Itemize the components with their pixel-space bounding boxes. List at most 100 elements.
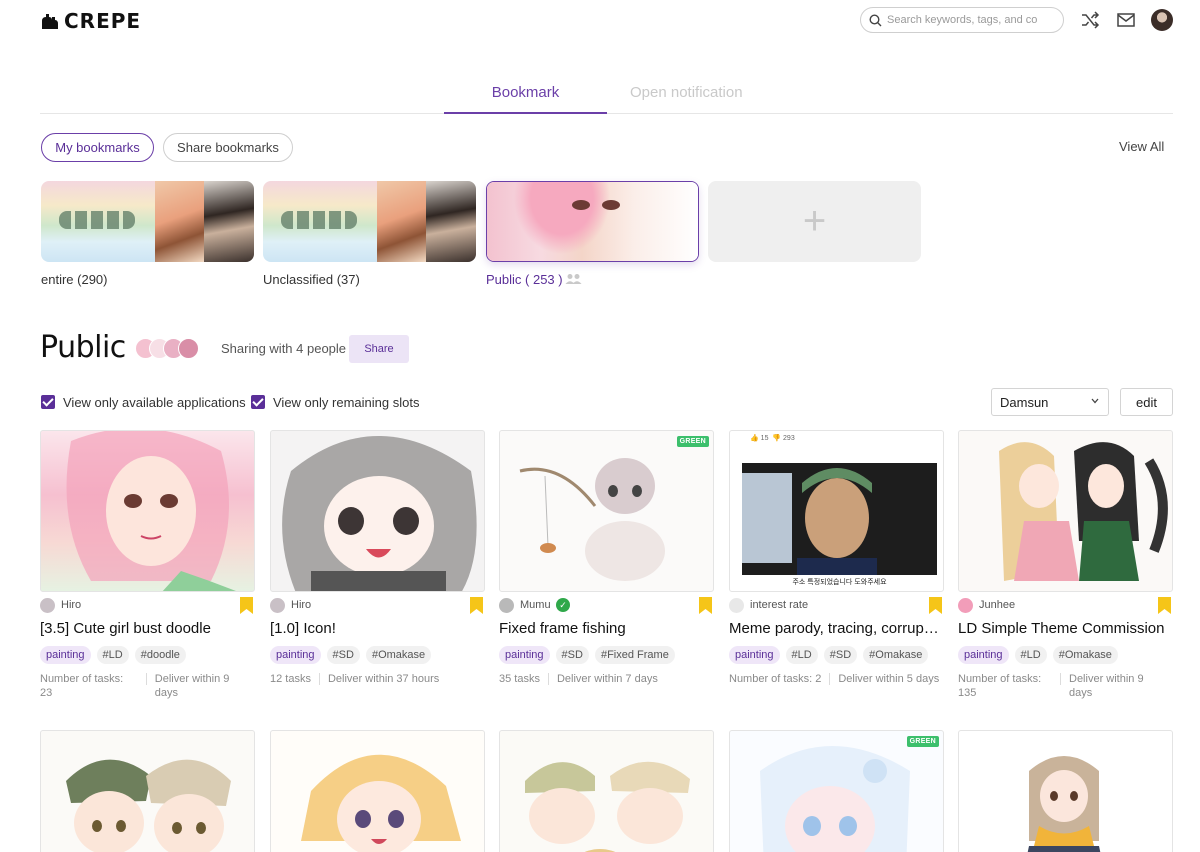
card-thumbnail[interactable] — [270, 430, 485, 592]
commission-card[interactable]: 👍 15 👎 293 주소 특정되었습니다 도와주세요 interest rat… — [729, 430, 944, 685]
commission-card[interactable]: Hiro [1.0] Icon! painting #SD #Omakase 1… — [270, 430, 485, 685]
folder-entire[interactable] — [41, 181, 254, 262]
add-folder-button[interactable]: + — [708, 181, 921, 262]
card-thumbnail[interactable]: GREEN — [499, 430, 714, 592]
author-name[interactable]: interest rate — [750, 599, 808, 611]
bookmark-icon[interactable] — [240, 597, 253, 614]
tag[interactable]: painting — [270, 646, 321, 664]
top-header: CREPE — [0, 0, 1200, 44]
author-name[interactable]: Mumu — [520, 599, 551, 611]
card-thumbnail[interactable]: 👍 15 👎 293 주소 특정되었습니다 도와주세요 — [729, 430, 944, 592]
verified-icon: ✓ — [556, 598, 570, 612]
edit-button[interactable]: edit — [1120, 388, 1173, 416]
folder-label-entire: entire (290) — [41, 272, 108, 287]
view-all-link[interactable]: View All — [1119, 139, 1164, 154]
artwork-illustration — [519, 458, 665, 581]
bookmark-icon[interactable] — [1158, 597, 1171, 614]
remaining-slots-label[interactable]: View only remaining slots — [273, 395, 419, 410]
tab-bookmark[interactable]: Bookmark — [444, 84, 607, 114]
folder-thumbnail — [263, 181, 377, 262]
commission-card[interactable]: Junhee LD Simple Theme Commission painti… — [958, 430, 1173, 699]
folder-thumbnail — [41, 181, 155, 262]
tag[interactable]: #LD — [785, 646, 818, 664]
card-thumbnail[interactable] — [499, 730, 714, 852]
tag[interactable]: #LD — [1014, 646, 1047, 664]
tag[interactable]: #SD — [326, 646, 360, 664]
tag[interactable]: #Fixed Frame — [594, 646, 675, 664]
folder-unclassified[interactable] — [263, 181, 476, 262]
delivery-time: Deliver within 5 days — [838, 673, 940, 685]
share-bookmarks-button[interactable]: Share bookmarks — [163, 133, 293, 162]
crepe-logo[interactable]: CREPE — [40, 9, 141, 33]
shuffle-icon[interactable] — [1080, 10, 1100, 30]
chevron-down-icon — [1091, 398, 1099, 404]
share-button[interactable]: Share — [349, 335, 409, 363]
bookmark-icon[interactable] — [470, 597, 483, 614]
author-name[interactable]: Hiro — [61, 599, 81, 611]
tag[interactable]: #Omakase — [863, 646, 929, 664]
folder-label-public: Public ( 253 ) — [486, 272, 563, 287]
folder-thumbnail — [487, 182, 698, 261]
author-name[interactable]: Junhee — [979, 599, 1015, 611]
tag[interactable]: #LD — [96, 646, 129, 664]
card-thumbnail[interactable] — [40, 430, 255, 592]
bookmark-icon[interactable] — [929, 597, 942, 614]
author-avatar[interactable] — [499, 598, 514, 613]
author-avatar[interactable] — [729, 598, 744, 613]
search-bar[interactable] — [860, 7, 1064, 33]
commission-card[interactable]: Hiro [3.5] Cute girl bust doodle paintin… — [40, 430, 255, 699]
bookmark-icon[interactable] — [699, 597, 712, 614]
author-avatar[interactable] — [40, 598, 55, 613]
commission-card[interactable] — [270, 730, 485, 852]
tag[interactable]: painting — [958, 646, 1009, 664]
tag-list: painting #LD #Omakase — [958, 646, 1118, 664]
tag[interactable]: painting — [499, 646, 550, 664]
tag[interactable]: #SD — [823, 646, 858, 664]
author-name[interactable]: Hiro — [291, 599, 311, 611]
tag[interactable]: painting — [40, 646, 91, 664]
like-counts: 👍 15 👎 293 — [750, 435, 795, 442]
tag[interactable]: #SD — [555, 646, 589, 664]
card-meta: 35 tasks Deliver within 7 days — [499, 672, 714, 686]
card-title[interactable]: Fixed frame fishing — [499, 620, 714, 637]
commission-card[interactable] — [40, 730, 255, 852]
plus-icon: + — [802, 199, 827, 243]
search-input[interactable] — [887, 14, 1037, 26]
commission-card[interactable]: GREEN Mumu ✓ Fixed frame fishing paintin… — [499, 430, 714, 685]
delivery-time: Deliver within 37 hours — [327, 673, 440, 685]
user-avatar[interactable] — [1151, 9, 1173, 31]
artwork-illustration — [301, 754, 461, 852]
card-thumbnail[interactable]: GREEN — [729, 730, 944, 852]
commission-card[interactable] — [958, 730, 1173, 852]
green-badge: GREEN — [676, 436, 709, 447]
author-avatar[interactable] — [270, 598, 285, 613]
card-meta: Number of tasks: 23 Deliver within 9 day… — [40, 672, 255, 700]
author-row: Junhee — [958, 597, 1173, 614]
card-thumbnail[interactable] — [40, 730, 255, 852]
my-bookmarks-button[interactable]: My bookmarks — [41, 133, 154, 162]
available-applications-checkbox[interactable] — [41, 395, 55, 409]
tab-open-notification[interactable]: Open notification — [630, 84, 743, 101]
author-avatar[interactable] — [958, 598, 973, 613]
commission-card[interactable]: GREEN — [729, 730, 944, 852]
card-thumbnail[interactable] — [958, 430, 1173, 592]
card-thumbnail[interactable] — [958, 730, 1173, 852]
task-count: Number of tasks: 2 — [729, 673, 822, 685]
tag[interactable]: #Omakase — [1052, 646, 1118, 664]
card-title[interactable]: [1.0] Icon! — [270, 620, 485, 637]
mail-icon[interactable] — [1116, 10, 1136, 30]
author-row: Hiro — [40, 597, 255, 614]
tag[interactable]: #Omakase — [365, 646, 432, 664]
card-title[interactable]: [3.5] Cute girl bust doodle — [40, 620, 255, 637]
tag[interactable]: painting — [729, 646, 780, 664]
card-meta: Number of tasks: 135 Deliver within 9 da… — [958, 672, 1173, 700]
tag[interactable]: #doodle — [134, 646, 186, 664]
card-thumbnail[interactable] — [270, 730, 485, 852]
commission-card[interactable] — [499, 730, 714, 852]
available-applications-label[interactable]: View only available applications — [63, 395, 246, 410]
sort-select[interactable]: Damsun — [991, 388, 1109, 416]
card-title[interactable]: LD Simple Theme Commission — [958, 620, 1173, 637]
card-title[interactable]: Meme parody, tracing, corrup… — [729, 620, 944, 637]
remaining-slots-checkbox[interactable] — [251, 395, 265, 409]
folder-public[interactable] — [486, 181, 699, 262]
